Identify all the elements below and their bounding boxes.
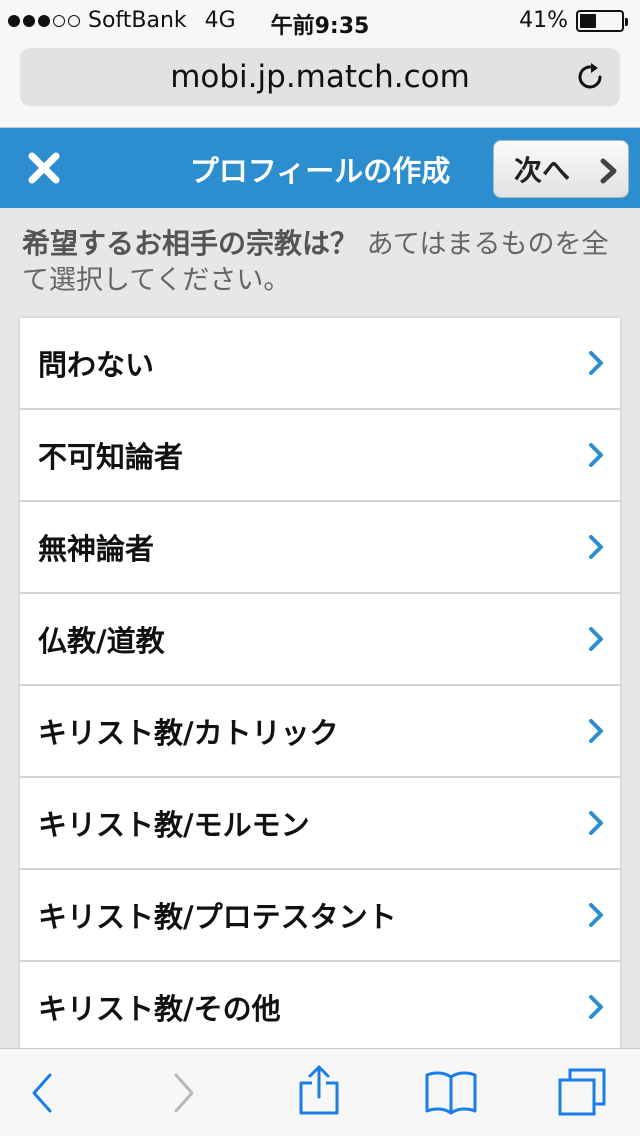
list-item[interactable]: キリスト教/プロテスタント	[20, 870, 620, 962]
browser-toolbar	[0, 1048, 640, 1136]
option-label: 問わない	[38, 348, 155, 382]
chevron-right-icon	[589, 627, 603, 651]
list-item[interactable]: 無神論者	[20, 502, 620, 594]
chevron-right-icon	[589, 995, 603, 1019]
option-label: キリスト教/プロテスタント	[38, 900, 397, 934]
chevron-right-icon	[589, 719, 603, 743]
browser-address-area: mobi.jp.match.com	[0, 40, 640, 128]
list-item[interactable]: キリスト教/カトリック	[20, 686, 620, 778]
question-title: 希望するお相手の宗教は？	[22, 227, 359, 260]
forward-icon[interactable]	[170, 1071, 198, 1115]
battery-icon	[576, 9, 628, 32]
battery-fill	[580, 13, 597, 28]
url-text: mobi.jp.match.com	[170, 59, 470, 95]
chevron-right-icon	[600, 158, 617, 184]
list-item[interactable]: キリスト教/モルモン	[20, 778, 620, 870]
chevron-right-icon	[589, 811, 603, 835]
next-button[interactable]: 次へ	[493, 140, 629, 198]
app-header: プロフィールの作成 次へ	[0, 128, 640, 208]
option-label: 無神論者	[38, 532, 155, 566]
tabs-icon[interactable]	[556, 1067, 608, 1117]
reload-icon[interactable]	[574, 61, 606, 93]
back-icon[interactable]	[28, 1071, 56, 1115]
share-icon[interactable]	[296, 1063, 342, 1117]
status-right: 41%	[519, 8, 628, 33]
chevron-right-icon	[589, 903, 603, 927]
option-label: 仏教/道教	[38, 624, 165, 658]
religion-options-list: 問わない 不可知論者 無神論者 仏教/道教 キリスト教/カトリック キリスト教/…	[20, 318, 620, 1054]
list-item[interactable]: 不可知論者	[20, 410, 620, 502]
chevron-right-icon	[589, 443, 603, 467]
list-item[interactable]: 問わない	[20, 318, 620, 410]
question-prompt: 希望するお相手の宗教は？ あてはまるものを全て選択してください。	[22, 226, 622, 299]
chevron-right-icon	[589, 535, 603, 559]
url-field[interactable]: mobi.jp.match.com	[20, 48, 620, 106]
option-label: キリスト教/カトリック	[38, 716, 339, 750]
status-bar: SoftBank 4G 午前9:35 41%	[0, 0, 640, 40]
option-label: キリスト教/その他	[38, 992, 281, 1026]
chevron-right-icon	[589, 351, 603, 375]
bookmarks-icon[interactable]	[424, 1069, 478, 1115]
option-label: キリスト教/モルモン	[38, 808, 310, 842]
option-label: 不可知論者	[38, 440, 184, 474]
battery-percentage: 41%	[519, 8, 568, 33]
next-button-label: 次へ	[514, 154, 571, 187]
list-item[interactable]: キリスト教/その他	[20, 962, 620, 1054]
list-item[interactable]: 仏教/道教	[20, 594, 620, 686]
